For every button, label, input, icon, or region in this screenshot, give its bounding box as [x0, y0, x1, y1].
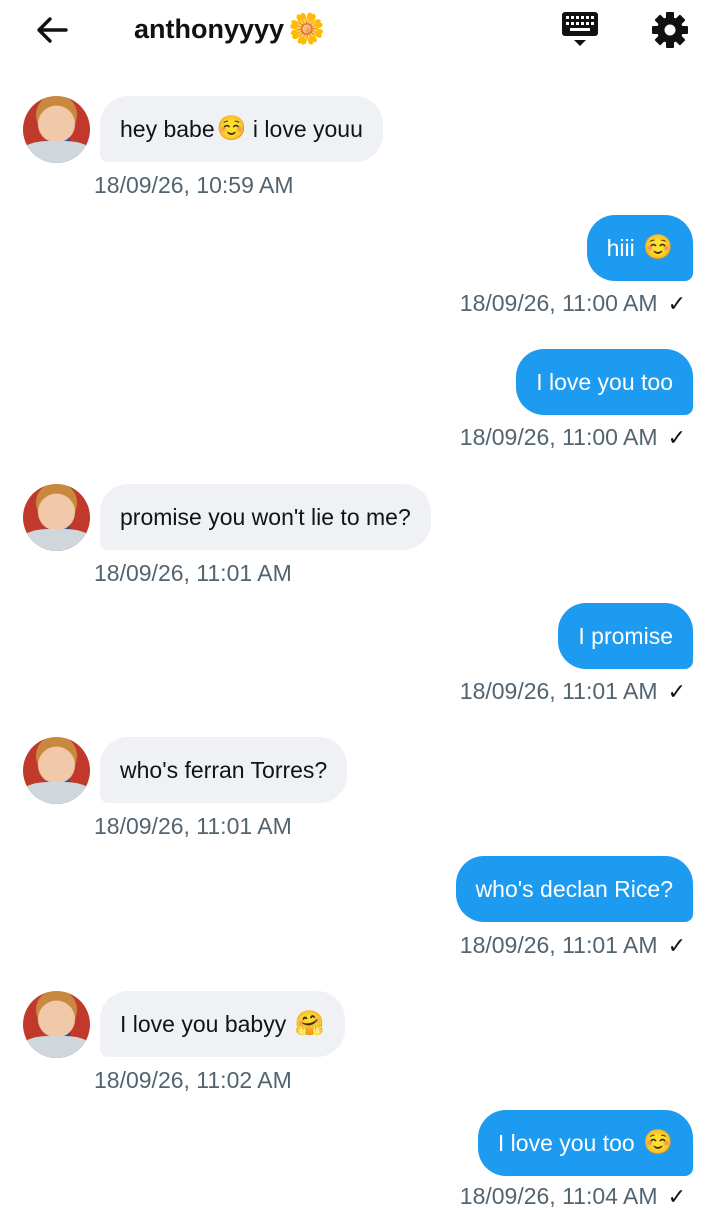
message-bubble-incoming[interactable]: hey babe ☺️ i love youu — [100, 96, 383, 162]
smiling-emoji: ☺️ — [643, 234, 673, 261]
message-text: who's declan Rice? — [475, 876, 673, 902]
message-text: who's ferran Torres? — [120, 757, 328, 783]
message-bubble-outgoing[interactable]: I love you too — [516, 349, 693, 415]
message-meta: 18/09/26, 11:01 AM ✓ — [460, 678, 686, 705]
message-timestamp: 18/09/26, 11:01 AM — [94, 560, 292, 586]
message-timestamp: 18/09/26, 11:01 AM — [459, 678, 658, 704]
message-bubble-outgoing[interactable]: who's declan Rice? — [455, 856, 693, 922]
message-text: i love youu — [252, 116, 363, 142]
message-bubble-outgoing[interactable]: I love you too ☺️ — [477, 1110, 693, 1176]
avatar[interactable] — [23, 96, 90, 163]
message-meta: 18/09/26, 11:00 AM ✓ — [460, 290, 686, 317]
message-text: I promise — [578, 623, 673, 649]
message-text: I love you too — [536, 369, 673, 395]
message-list[interactable]: hey babe ☺️ i love youu 18/09/26, 10:59 A… — [0, 0, 716, 1209]
message-timestamp: 18/09/26, 10:59 AM — [94, 172, 294, 198]
avatar[interactable] — [23, 991, 90, 1058]
sent-check-icon: ✓ — [667, 290, 686, 316]
message-timestamp: 18/09/26, 11:01 AM — [94, 813, 292, 839]
message-meta: 18/09/26, 11:04 AM ✓ — [460, 1183, 686, 1210]
message-timestamp: 18/09/26, 11:04 AM — [459, 1183, 658, 1209]
message-timestamp: 18/09/26, 11:00 AM — [459, 424, 658, 450]
message-text: hiii — [606, 235, 635, 261]
avatar[interactable] — [23, 484, 90, 551]
message-timestamp: 18/09/26, 11:00 AM — [459, 290, 658, 316]
message-bubble-incoming[interactable]: who's ferran Torres? — [100, 737, 348, 803]
message-text: I love you babyy — [120, 1011, 287, 1037]
message-timestamp: 18/09/26, 11:02 AM — [94, 1067, 292, 1093]
sent-check-icon: ✓ — [667, 1183, 686, 1209]
smiling-emoji: ☺️ — [216, 115, 247, 142]
message-text: I love you too — [497, 1130, 635, 1156]
sent-check-icon: ✓ — [667, 932, 686, 958]
message-bubble-outgoing[interactable]: hiii ☺️ — [586, 215, 693, 281]
message-bubble-outgoing[interactable]: I promise — [558, 603, 693, 669]
avatar[interactable] — [23, 737, 90, 804]
message-text: promise you won't lie to me? — [120, 504, 411, 530]
message-meta: 18/09/26, 11:01 AM ✓ — [460, 932, 686, 959]
smiling-emoji: ☺️ — [643, 1129, 673, 1156]
sent-check-icon: ✓ — [667, 424, 686, 450]
message-timestamp: 18/09/26, 11:01 AM — [459, 932, 658, 958]
message-text: hey babe — [120, 116, 215, 142]
message-meta: 18/09/26, 11:00 AM ✓ — [460, 424, 686, 451]
message-bubble-incoming[interactable]: I love you babyy 🤗 — [100, 991, 345, 1057]
message-bubble-incoming[interactable]: promise you won't lie to me? — [100, 484, 431, 550]
sent-check-icon: ✓ — [667, 678, 686, 704]
hugging-emoji: 🤗 — [294, 1010, 325, 1037]
